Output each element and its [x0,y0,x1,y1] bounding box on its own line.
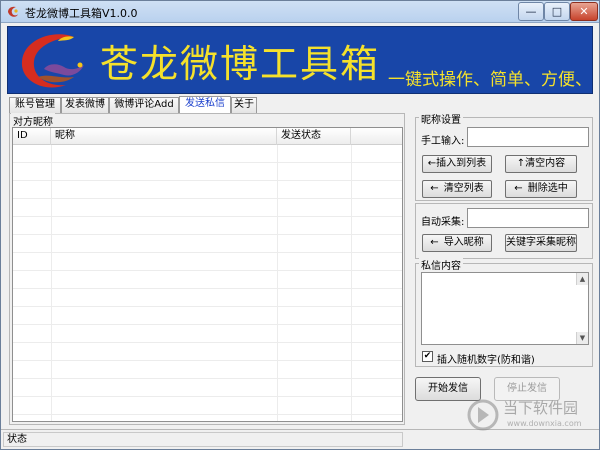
table-row[interactable] [13,181,402,199]
manual-input-label: 手工输入: [421,136,465,147]
table-row[interactable] [13,235,402,253]
tab-weibo-comment[interactable]: 微博评论Add [109,97,179,113]
insert-to-list-button[interactable]: ←插入到列表 [422,155,492,173]
table-row[interactable] [13,217,402,235]
column-nickname[interactable]: 昵称 [51,128,277,145]
title-bar[interactable]: 苍龙微博工具箱V1.0.0 — □ ✕ [1,1,599,23]
scroll-up-icon[interactable]: ▲ [576,273,588,285]
maximize-button[interactable]: □ [544,2,570,21]
app-icon [8,6,18,17]
nickname-list[interactable]: ID 昵称 发送状态 [12,127,403,422]
watermark-logo-icon [467,399,499,431]
nick-settings-label: 昵称设置 [419,111,463,126]
close-button[interactable]: ✕ [570,2,598,21]
status-text: 状态 [3,432,403,447]
scroll-down-icon[interactable]: ▼ [576,332,588,344]
table-row[interactable] [13,343,402,361]
column-send-status[interactable]: 发送状态 [277,128,351,145]
arrow-left-icon: ← [430,183,439,194]
auto-collect-field[interactable] [467,208,589,228]
tab-post-weibo[interactable]: 发表微博 [61,97,109,113]
nickname-group-label: 对方昵称 [11,113,55,128]
message-textarea[interactable]: ▲ ▼ [421,272,589,345]
table-row[interactable] [13,325,402,343]
tab-send-message[interactable]: 发送私信 [179,96,231,113]
table-row[interactable] [13,397,402,415]
delete-selected-label: 删除选中 [527,183,568,194]
table-row[interactable] [13,145,402,163]
tab-account[interactable]: 账号管理 [9,97,61,113]
random-digits-checkbox[interactable]: ✔ [422,351,433,362]
table-row[interactable] [13,307,402,325]
import-nickname-button[interactable]: ← 导入昵称 [422,234,492,252]
clear-list-button[interactable]: ← 清空列表 [422,180,492,198]
tab-about[interactable]: 关于 [231,97,257,113]
app-window: 苍龙微博工具箱V1.0.0 — □ ✕ 苍龙微博工具箱 一键式操作、简单、方便、… [0,0,600,450]
manual-input-field[interactable] [467,127,589,147]
auto-collect-label: 自动采集: [421,217,465,228]
dragon-logo-icon [21,34,84,88]
window-title: 苍龙微博工具箱V1.0.0 [25,7,138,20]
app-banner: 苍龙微博工具箱 一键式操作、简单、方便、高效 [7,26,593,94]
banner-slogan: 一键式操作、简单、方便、高效 [388,70,592,90]
banner-title: 苍龙微博工具箱 [100,42,381,86]
table-row[interactable] [13,289,402,307]
random-digits-label: 插入随机数字(防和谐) [437,355,535,366]
arrow-left-icon: ← [514,183,523,194]
watermark-url: www.downxia.com [507,419,582,428]
import-nickname-label: 导入昵称 [443,237,484,248]
table-row[interactable] [13,163,402,181]
arrow-left-icon: ← [430,237,439,248]
table-row[interactable] [13,271,402,289]
message-group-label: 私信内容 [419,257,463,272]
column-id[interactable]: ID [13,128,51,145]
table-row[interactable] [13,379,402,397]
keyword-collect-button[interactable]: 关键字采集昵称 [505,234,577,252]
table-row[interactable] [13,199,402,217]
clear-list-label: 清空列表 [443,183,484,194]
table-row[interactable] [13,253,402,271]
clear-content-button[interactable]: ↑清空内容 [505,155,577,173]
table-row[interactable] [13,361,402,379]
column-filler [351,128,402,145]
watermark: 当下软件园 www.downxia.com [467,397,597,439]
watermark-name: 当下软件园 [503,399,579,417]
minimize-button[interactable]: — [518,2,544,21]
delete-selected-button[interactable]: ← 删除选中 [505,180,577,198]
list-header: ID 昵称 发送状态 [13,128,402,145]
